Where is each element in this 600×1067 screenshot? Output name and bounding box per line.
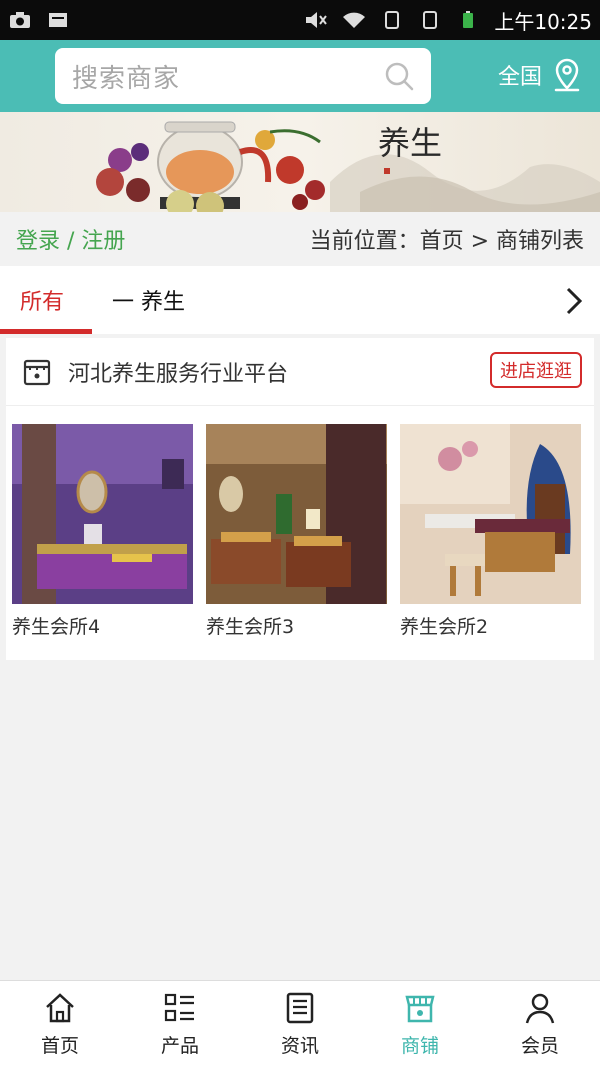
list-item[interactable]: 养生会所3 bbox=[206, 424, 387, 639]
region-label: 全国 bbox=[497, 65, 542, 90]
banner-calligraphy: 养生 bbox=[378, 124, 442, 162]
login-register-link[interactable]: 登录 / 注册 bbox=[16, 223, 125, 255]
user-icon bbox=[525, 993, 555, 1023]
tab-health[interactable]: 一 养生 bbox=[92, 266, 205, 334]
list-icon bbox=[164, 993, 194, 1021]
location-pin-icon bbox=[554, 58, 580, 92]
nav-products[interactable]: 产品 bbox=[120, 981, 240, 1067]
search-placeholder: 搜索商家 bbox=[72, 63, 181, 94]
news-icon bbox=[286, 992, 314, 1023]
breadcrumb: 登录 / 注册 当前位置：首页 > 商铺列表 bbox=[0, 212, 600, 266]
store-item-grid: 养生会所4 养生会所3 养生会所2 bbox=[12, 424, 581, 639]
banner-illustration: 养生 bbox=[96, 121, 600, 212]
tab-all[interactable]: 所有 bbox=[0, 266, 92, 334]
nav-stores-label: 商铺 bbox=[400, 1034, 439, 1057]
search-input[interactable]: 搜索商家 bbox=[55, 48, 431, 104]
search-icon[interactable] bbox=[383, 60, 415, 92]
battery-icon bbox=[463, 11, 474, 28]
nav-stores[interactable]: 商铺 bbox=[360, 981, 480, 1067]
nav-member[interactable]: 会员 bbox=[480, 981, 600, 1067]
nav-products-label: 产品 bbox=[160, 1034, 199, 1057]
notification-icon bbox=[49, 13, 67, 27]
store-icon bbox=[23, 359, 51, 385]
store-card: 河北养生服务行业平台 进店逛逛 养生会所4 养生会所3 养生会所2 bbox=[6, 338, 594, 660]
nav-news-label: 资讯 bbox=[280, 1034, 319, 1057]
store-icon bbox=[405, 995, 435, 1022]
list-item[interactable]: 养生会所4 bbox=[12, 424, 193, 639]
promo-banner[interactable]: 养生 bbox=[0, 112, 600, 212]
sim2-icon bbox=[423, 11, 438, 29]
item-caption: 养生会所3 bbox=[206, 616, 295, 638]
nav-news[interactable]: 资讯 bbox=[240, 981, 360, 1067]
list-item[interactable]: 养生会所2 bbox=[400, 424, 581, 639]
status-bar: 上午10:25 bbox=[0, 0, 600, 40]
nav-home[interactable]: 首页 bbox=[0, 981, 120, 1067]
spa-room-photo bbox=[12, 424, 193, 604]
visit-store-button[interactable]: 进店逛逛 bbox=[490, 352, 582, 388]
wifi-icon bbox=[343, 12, 366, 28]
spa-room-photo bbox=[400, 424, 581, 604]
bottom-nav: 首页 产品 资讯 商铺 会员 bbox=[0, 980, 600, 1067]
home-icon bbox=[46, 992, 74, 1022]
nav-home-label: 首页 bbox=[40, 1034, 79, 1057]
mute-icon bbox=[306, 12, 328, 28]
chevron-right-icon[interactable] bbox=[562, 286, 586, 316]
store-name: 河北养生服务行业平台 bbox=[68, 361, 289, 387]
spa-room-photo bbox=[206, 424, 387, 604]
nav-member-label: 会员 bbox=[520, 1034, 559, 1057]
item-caption: 养生会所4 bbox=[12, 616, 101, 638]
category-tabs: 所有 一 养生 bbox=[0, 266, 600, 334]
item-caption: 养生会所2 bbox=[400, 616, 489, 638]
current-location: 当前位置：首页 > 商铺列表 bbox=[309, 229, 584, 254]
camera-icon bbox=[10, 12, 30, 28]
clock: 上午10:25 bbox=[494, 9, 592, 34]
top-header: 搜索商家 全国 bbox=[0, 40, 600, 112]
sim-icon bbox=[385, 11, 400, 29]
region-selector[interactable]: 全国 bbox=[498, 58, 582, 92]
